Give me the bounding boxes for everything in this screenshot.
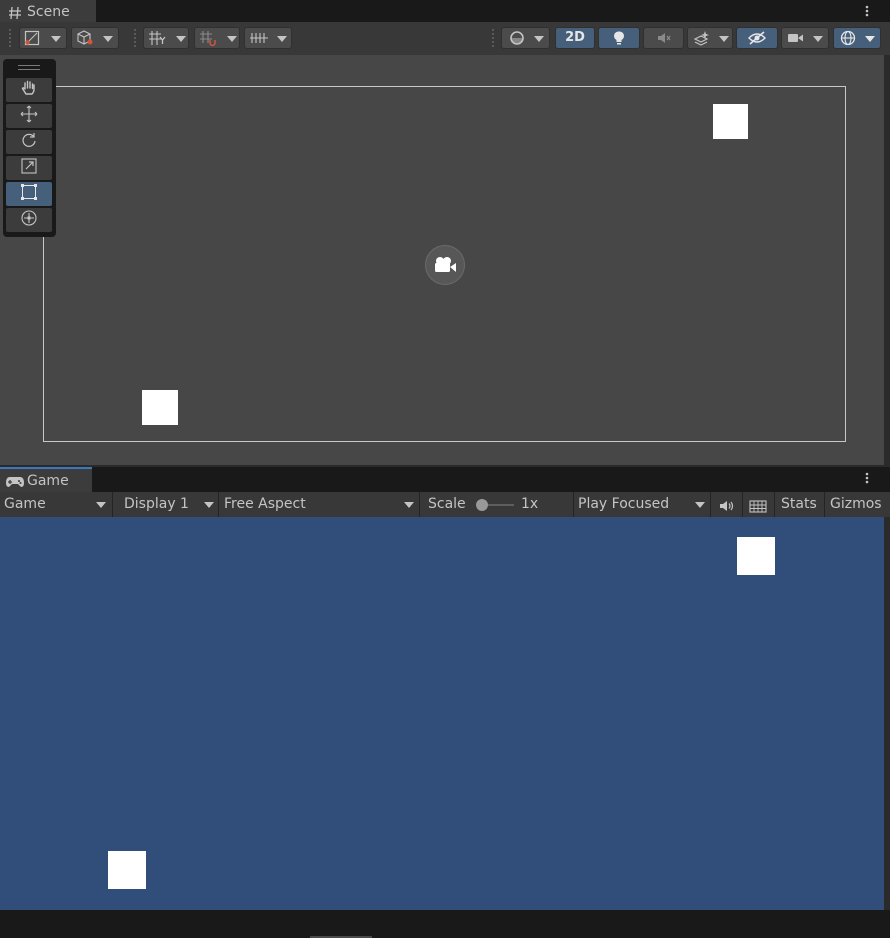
- speaker-icon: [718, 497, 736, 517]
- scene-tab-bar: [0, 0, 890, 22]
- rect-transform-icon: [20, 183, 38, 205]
- scale-control: Scale 1x: [420, 492, 574, 517]
- game-sprite-square-bottom-left: [108, 851, 146, 889]
- cube-icon: [76, 30, 94, 50]
- chevron-down-icon: [103, 36, 113, 42]
- keyboard-icon: [749, 498, 767, 517]
- chevron-down-icon: [96, 502, 106, 508]
- rotate-icon: [20, 131, 38, 153]
- camera-gizmo-icon[interactable]: [425, 245, 465, 285]
- game-sprite-square-top-right: [737, 537, 775, 575]
- chevron-down-icon: [51, 36, 61, 42]
- mute-audio-toggle[interactable]: [711, 492, 743, 517]
- scene-scrollbar[interactable]: [884, 55, 890, 465]
- layers-effects-icon: [693, 30, 711, 50]
- draw-mode-icon: [24, 30, 40, 50]
- shortcuts-toggle[interactable]: [743, 492, 775, 517]
- game-toolbar: Game Display 1 Free Aspect Scale 1x Play…: [0, 492, 890, 518]
- aspect-dropdown[interactable]: Free Aspect: [219, 492, 420, 517]
- chevron-down-icon: [277, 36, 287, 42]
- draw-overlay-dropdown[interactable]: [501, 27, 550, 49]
- game-tab[interactable]: Game: [0, 467, 92, 492]
- lighting-toggle[interactable]: [598, 27, 640, 49]
- gizmos-dropdown[interactable]: [833, 27, 881, 49]
- aspect-label: Free Aspect: [224, 496, 306, 512]
- chevron-down-icon: [176, 36, 186, 42]
- toolbar-separator: [492, 29, 494, 47]
- play-mode-dropdown[interactable]: Play Focused: [574, 492, 711, 517]
- display-label: Display 1: [124, 496, 189, 512]
- transform-combined-icon: [20, 209, 38, 231]
- chevron-down-icon: [719, 36, 729, 42]
- transform-tool-button[interactable]: [6, 208, 52, 232]
- game-scrollbar[interactable]: [884, 517, 890, 910]
- effects-dropdown[interactable]: [687, 27, 733, 49]
- hand-icon: [20, 79, 38, 101]
- chevron-down-icon: [227, 36, 237, 42]
- game-view-mode-label: Game: [4, 496, 46, 512]
- hand-tool-button[interactable]: [6, 78, 52, 102]
- stats-toggle[interactable]: Stats: [775, 492, 825, 517]
- shading-mode-dropdown[interactable]: [71, 27, 119, 49]
- ruler-grid-icon: [249, 30, 269, 50]
- bottom-status-bar: [0, 910, 890, 938]
- game-tab-label: Game: [27, 473, 69, 489]
- toolbar-separator: [134, 29, 136, 47]
- scene-sprite-square-top-right[interactable]: [713, 104, 748, 139]
- move-arrows-icon: [20, 105, 38, 127]
- increment-snap-dropdown[interactable]: [194, 27, 240, 49]
- game-more-menu-icon[interactable]: [864, 471, 870, 487]
- grid-snap-dropdown[interactable]: [143, 27, 189, 49]
- scale-icon: [20, 157, 38, 179]
- chevron-down-icon: [404, 502, 414, 508]
- chevron-down-icon: [695, 502, 705, 508]
- gizmos-toggle[interactable]: Gizmos: [825, 492, 890, 517]
- scene-camera-dropdown[interactable]: [781, 27, 829, 49]
- chevron-down-icon: [534, 36, 544, 42]
- lightbulb-icon: [611, 30, 627, 50]
- scene-tab[interactable]: Scene: [0, 0, 96, 23]
- chevron-down-icon: [865, 36, 875, 42]
- eye-hidden-icon: [747, 30, 767, 50]
- grid-snap-icon: [199, 30, 219, 50]
- 2d-mode-toggle[interactable]: 2D: [555, 27, 595, 49]
- chevron-down-icon: [813, 36, 823, 42]
- scale-value: 1x: [521, 496, 539, 512]
- gamepad-icon: [5, 474, 25, 493]
- grid-visibility-dropdown[interactable]: [244, 27, 292, 49]
- toolbar-grip[interactable]: [9, 29, 11, 47]
- draw-mode-dropdown[interactable]: [19, 27, 67, 49]
- chevron-down-icon: [204, 502, 214, 508]
- game-tab-bar: [0, 465, 890, 492]
- tools-overlay-panel: [3, 59, 56, 237]
- grid-y-icon: [148, 30, 168, 50]
- scene-tab-label: Scene: [27, 4, 70, 20]
- orbit-sphere-icon: [509, 30, 525, 50]
- scene-more-menu-icon[interactable]: [864, 4, 870, 20]
- scene-sprite-square-bottom-left[interactable]: [142, 390, 178, 425]
- scene-visibility-toggle[interactable]: [736, 27, 778, 49]
- move-tool-button[interactable]: [6, 104, 52, 128]
- rotate-tool-button[interactable]: [6, 130, 52, 154]
- gizmo-globe-icon: [839, 30, 857, 50]
- display-dropdown[interactable]: Display 1: [113, 492, 219, 517]
- game-view-mode-dropdown[interactable]: Game: [0, 492, 113, 517]
- overlay-drag-handle[interactable]: [18, 65, 40, 70]
- rect-tool-button[interactable]: [6, 182, 52, 206]
- scale-slider-thumb[interactable]: [476, 499, 488, 511]
- audio-toggle[interactable]: [643, 27, 684, 49]
- scale-tool-button[interactable]: [6, 156, 52, 180]
- video-camera-icon: [787, 30, 805, 50]
- play-mode-label: Play Focused: [578, 496, 670, 512]
- scale-label: Scale: [428, 496, 466, 512]
- mute-speaker-icon: [656, 30, 672, 50]
